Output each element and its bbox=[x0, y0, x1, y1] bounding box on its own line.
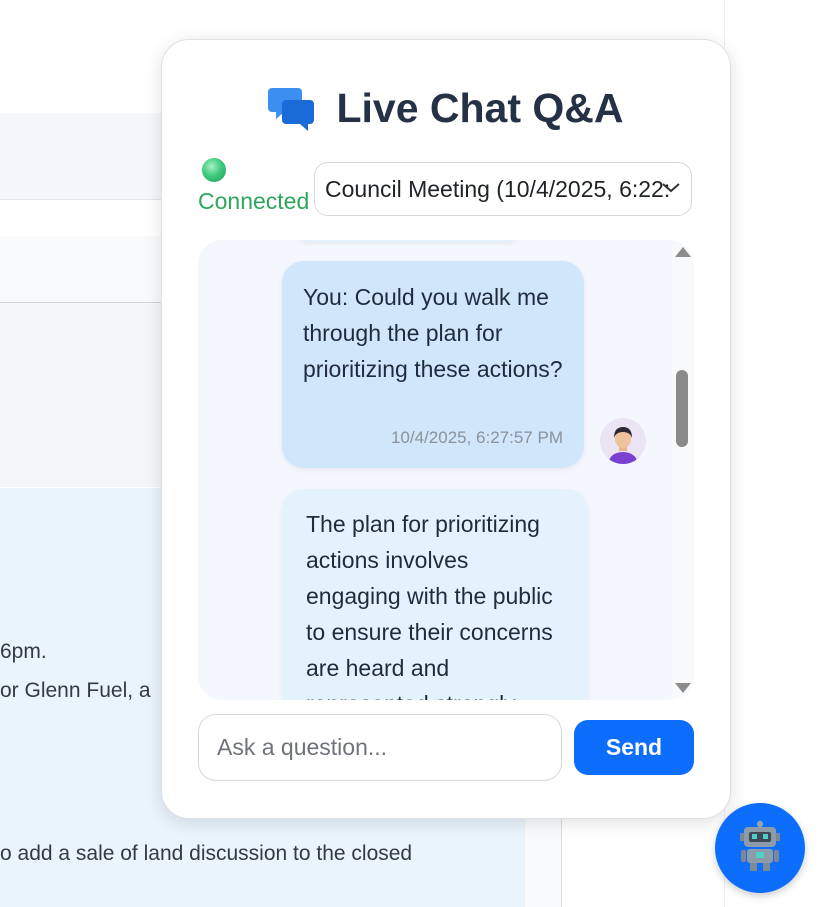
background-header-bar bbox=[0, 113, 170, 200]
message-timestamp: 10/4/2025, 6:27:57 PM bbox=[390, 428, 563, 447]
robot-icon bbox=[738, 820, 782, 876]
session-select-value: Council Meeting (10/4/2025, 6:22: bbox=[325, 175, 671, 202]
user-avatar-icon bbox=[600, 418, 646, 464]
background-text-line: or Glenn Fuel, a bbox=[0, 679, 151, 702]
chevron-down-icon bbox=[661, 177, 681, 199]
background-text-line: 6pm. bbox=[0, 640, 47, 663]
send-button[interactable]: Send bbox=[574, 720, 694, 775]
status-indicator-icon bbox=[202, 158, 226, 182]
background-right-panel bbox=[724, 0, 838, 907]
status-label: Connected bbox=[198, 188, 310, 214]
chat-title: Live Chat Q&A bbox=[336, 84, 624, 131]
chat-widget: Live Chat Q&A Connected Council Meeting … bbox=[161, 39, 731, 819]
background-toolbar bbox=[0, 236, 170, 303]
speech-bubbles-icon bbox=[268, 84, 316, 132]
message-list[interactable]: You: Could you walk me through the plan … bbox=[198, 240, 694, 700]
chat-header: Live Chat Q&A bbox=[162, 80, 730, 136]
message-text: You: Could you walk me through the plan … bbox=[303, 284, 563, 382]
session-select[interactable]: Council Meeting (10/4/2025, 6:22: bbox=[314, 162, 692, 216]
message-list-scrollbar[interactable] bbox=[671, 240, 694, 700]
connection-status: Connected bbox=[198, 158, 318, 215]
chat-launcher-button[interactable] bbox=[715, 803, 805, 893]
message-text: The plan for prioritizing actions involv… bbox=[306, 511, 553, 700]
background-card bbox=[0, 303, 170, 487]
assistant-message-bubble: The plan for prioritizing actions involv… bbox=[282, 489, 588, 700]
scroll-down-arrow-icon[interactable] bbox=[675, 683, 691, 693]
user-message-bubble: You: Could you walk me through the plan … bbox=[282, 261, 584, 468]
scrollbar-thumb[interactable] bbox=[676, 370, 688, 447]
previous-message-bubble bbox=[298, 240, 518, 242]
background-text-line: o add a sale of land discussion to the c… bbox=[0, 842, 413, 865]
scroll-up-arrow-icon[interactable] bbox=[675, 247, 691, 257]
question-input[interactable] bbox=[198, 714, 562, 781]
